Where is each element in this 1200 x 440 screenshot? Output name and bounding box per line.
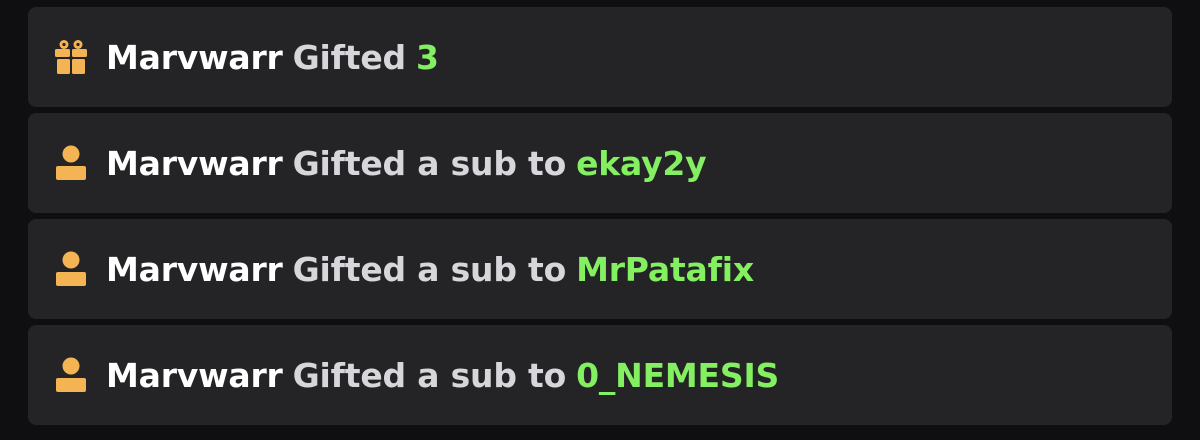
event-action-text: Gifted a sub to — [292, 249, 567, 289]
event-row: Marvwarr Gifted a sub to 0_NEMESIS — [28, 325, 1172, 425]
user-icon — [52, 250, 90, 288]
gifter-username[interactable]: Marvwarr — [106, 356, 283, 395]
gift-event-feed: Marvwarr Gifted 3 Marvwarr Gifted a sub … — [28, 7, 1172, 431]
user-icon — [52, 356, 90, 394]
recipient-username[interactable]: MrPatafix — [576, 250, 754, 289]
recipient-username[interactable]: ekay2y — [576, 144, 707, 183]
recipient-username[interactable]: 0_NEMESIS — [576, 356, 779, 395]
gift-icon — [52, 38, 90, 76]
user-icon — [52, 144, 90, 182]
event-action-text: Gifted a sub to — [292, 143, 567, 183]
event-action-text: Gifted a sub to — [292, 355, 567, 395]
gifter-username[interactable]: Marvwarr — [106, 250, 283, 289]
gifter-username[interactable]: Marvwarr — [106, 144, 283, 183]
event-row: Marvwarr Gifted a sub to MrPatafix — [28, 219, 1172, 319]
gift-count: 3 — [415, 37, 439, 77]
event-row: Marvwarr Gifted 3 — [28, 7, 1172, 107]
gifter-username[interactable]: Marvwarr — [106, 38, 283, 77]
event-action-text: Gifted — [292, 37, 407, 77]
event-row: Marvwarr Gifted a sub to ekay2y — [28, 113, 1172, 213]
